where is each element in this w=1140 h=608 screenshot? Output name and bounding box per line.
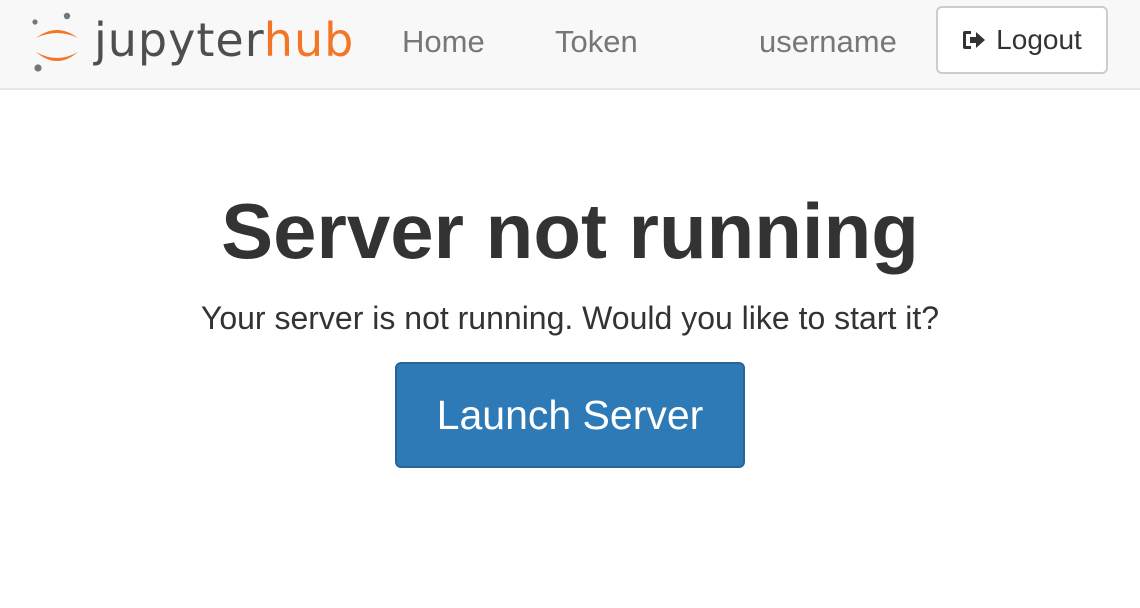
logo-text-hub: hub — [263, 13, 355, 67]
nav-token-link[interactable]: Token — [555, 22, 638, 62]
sign-out-icon — [962, 29, 986, 51]
page-title: Server not running — [221, 187, 919, 275]
logo-wordmark: jupyterhub — [94, 12, 354, 68]
username-label: username — [759, 24, 897, 59]
logout-label: Logout — [996, 24, 1082, 55]
status-message: Your server is not running. Would you li… — [200, 300, 940, 336]
logout-button[interactable]: Logout — [936, 6, 1108, 74]
launch-server-button[interactable]: Launch Server — [395, 362, 745, 468]
jupyterhub-logo-link[interactable]: jupyterhub — [30, 8, 370, 78]
navbar: jupyterhub Home Token username Logout — [0, 0, 1140, 90]
nav-home-link[interactable]: Home — [402, 22, 485, 62]
logo-text-jupyter: jupyter — [94, 13, 264, 67]
jupyter-logo-icon — [32, 12, 78, 72]
